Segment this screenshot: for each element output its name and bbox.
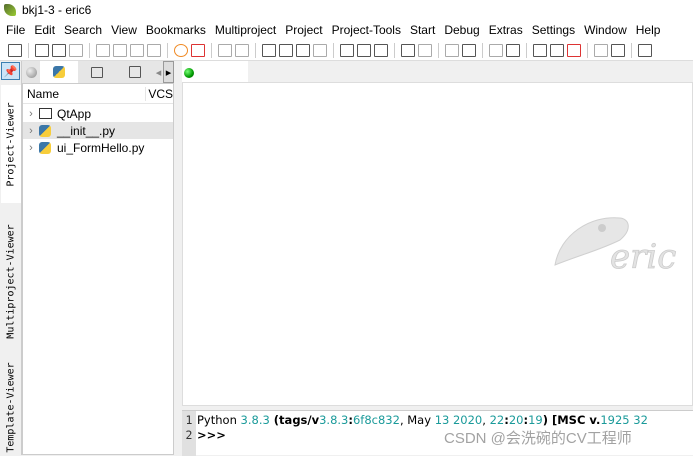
pin-icon[interactable]: 📌: [1, 62, 20, 80]
menu-start[interactable]: Start: [404, 23, 438, 37]
next-bookmark-icon[interactable]: [550, 43, 564, 57]
watermark: CSDN @会洗碗的CV工程师: [444, 430, 632, 447]
tab-project-viewer[interactable]: Project-Viewer: [1, 85, 21, 203]
expand-chevron-icon[interactable]: ›: [23, 108, 39, 120]
item-label: ui_FormHello.py: [57, 140, 145, 155]
menu-settings[interactable]: Settings: [526, 23, 578, 37]
gray-ball-icon: [22, 61, 40, 83]
search-icon[interactable]: [489, 43, 503, 57]
reload-icon[interactable]: [174, 43, 188, 57]
redo-icon[interactable]: [235, 43, 249, 57]
tree-item-init[interactable]: › __init__.py: [23, 122, 173, 139]
column-name[interactable]: Name: [23, 86, 147, 101]
python-file-icon: [39, 124, 51, 137]
menu-window[interactable]: Window: [578, 23, 630, 37]
clear-bookmarks-icon[interactable]: [567, 43, 581, 57]
uncomment-icon[interactable]: [357, 43, 371, 57]
menu-bookmarks[interactable]: Bookmarks: [140, 23, 209, 37]
goto-prev-icon[interactable]: [594, 43, 608, 57]
undo-icon[interactable]: [218, 43, 232, 57]
menu-view[interactable]: View: [105, 23, 140, 37]
python-file-icon: [39, 141, 51, 154]
comment-icon[interactable]: [340, 43, 354, 57]
database-icon[interactable]: [638, 43, 652, 57]
menu-bar: File Edit Search View Bookmarks Multipro…: [0, 20, 693, 40]
project-tree: Name VCS › QtApp › __init__.py › ui_FormHel…: [22, 83, 174, 455]
save-as-icon[interactable]: [113, 43, 127, 57]
project-tabs: ◂ ▸: [22, 61, 174, 83]
menu-edit[interactable]: Edit: [28, 23, 58, 37]
item-label: QtApp: [57, 106, 92, 121]
tree-item-qtapp[interactable]: › QtApp: [23, 105, 173, 122]
column-vcs[interactable]: VCS: [146, 87, 173, 101]
splitter-handle[interactable]: [174, 61, 182, 455]
folder-icon: [39, 108, 52, 119]
save-icon[interactable]: [96, 43, 110, 57]
open-folder-icon[interactable]: [52, 43, 66, 57]
editor-tab-bar: [182, 61, 693, 82]
menu-help[interactable]: Help: [630, 23, 664, 37]
menu-search[interactable]: Search: [58, 23, 105, 37]
new-window-icon[interactable]: [8, 43, 22, 57]
clear-icon[interactable]: [313, 43, 327, 57]
line-gutter: 12: [182, 411, 196, 456]
expand-chevron-icon[interactable]: ›: [23, 125, 39, 137]
save-all-icon[interactable]: [130, 43, 144, 57]
cut-icon[interactable]: [262, 43, 276, 57]
add-bookmark-icon[interactable]: [533, 43, 547, 57]
close-all-icon[interactable]: [191, 43, 205, 57]
toolbar: [0, 40, 693, 61]
title-bar: bkj1-3 - eric6: [0, 0, 693, 20]
toggle-comment-icon[interactable]: [374, 43, 388, 57]
menu-project-tools[interactable]: Project-Tools: [326, 23, 404, 37]
item-label: __init__.py: [57, 123, 116, 138]
eric-app-icon: [4, 4, 16, 16]
window-title: bkj1-3 - eric6: [22, 3, 92, 17]
menu-extras[interactable]: Extras: [483, 23, 526, 37]
close-file-icon[interactable]: [69, 43, 83, 57]
new-file-icon[interactable]: [35, 43, 49, 57]
tab-multiproject-viewer[interactable]: Multiproject-Viewer: [1, 211, 21, 351]
find-file-icon[interactable]: [506, 43, 520, 57]
tab-python-sources[interactable]: [40, 61, 79, 83]
shell-line-1: Python 3.8.3 (tags/v3.8.3:6f8c832, May 1…: [197, 413, 648, 427]
menu-multiproject[interactable]: Multiproject: [209, 23, 279, 37]
logo-text: eric: [610, 237, 676, 275]
status-green-icon: [184, 68, 194, 78]
refresh-icon[interactable]: [401, 43, 415, 57]
copy-icon[interactable]: [279, 43, 293, 57]
menu-project[interactable]: Project: [279, 23, 325, 37]
zoom-out-icon[interactable]: [418, 43, 432, 57]
tree-item-ui-formhello[interactable]: › ui_FormHello.py: [23, 139, 173, 156]
expand-chevron-icon[interactable]: ›: [23, 142, 39, 154]
tab-forms[interactable]: [78, 61, 116, 83]
save-copy-icon[interactable]: [147, 43, 161, 57]
debug-icon[interactable]: [462, 43, 476, 57]
tree-header: Name VCS: [23, 84, 173, 104]
menu-file[interactable]: File: [0, 23, 28, 37]
eric-logo: eric: [554, 217, 677, 275]
tab-resources[interactable]: [116, 61, 154, 83]
menu-debug[interactable]: Debug: [438, 23, 482, 37]
scroll-right-icon[interactable]: ▸: [162, 61, 174, 83]
goto-next-icon[interactable]: [611, 43, 625, 57]
tab-template-viewer[interactable]: Template-Viewer: [1, 359, 21, 455]
sidebar-tabs: Project-Viewer Multiproject-Viewer Templ…: [0, 61, 22, 455]
scroll-left-icon[interactable]: ◂: [154, 61, 163, 83]
paste-icon[interactable]: [296, 43, 310, 57]
run-icon[interactable]: [445, 43, 459, 57]
